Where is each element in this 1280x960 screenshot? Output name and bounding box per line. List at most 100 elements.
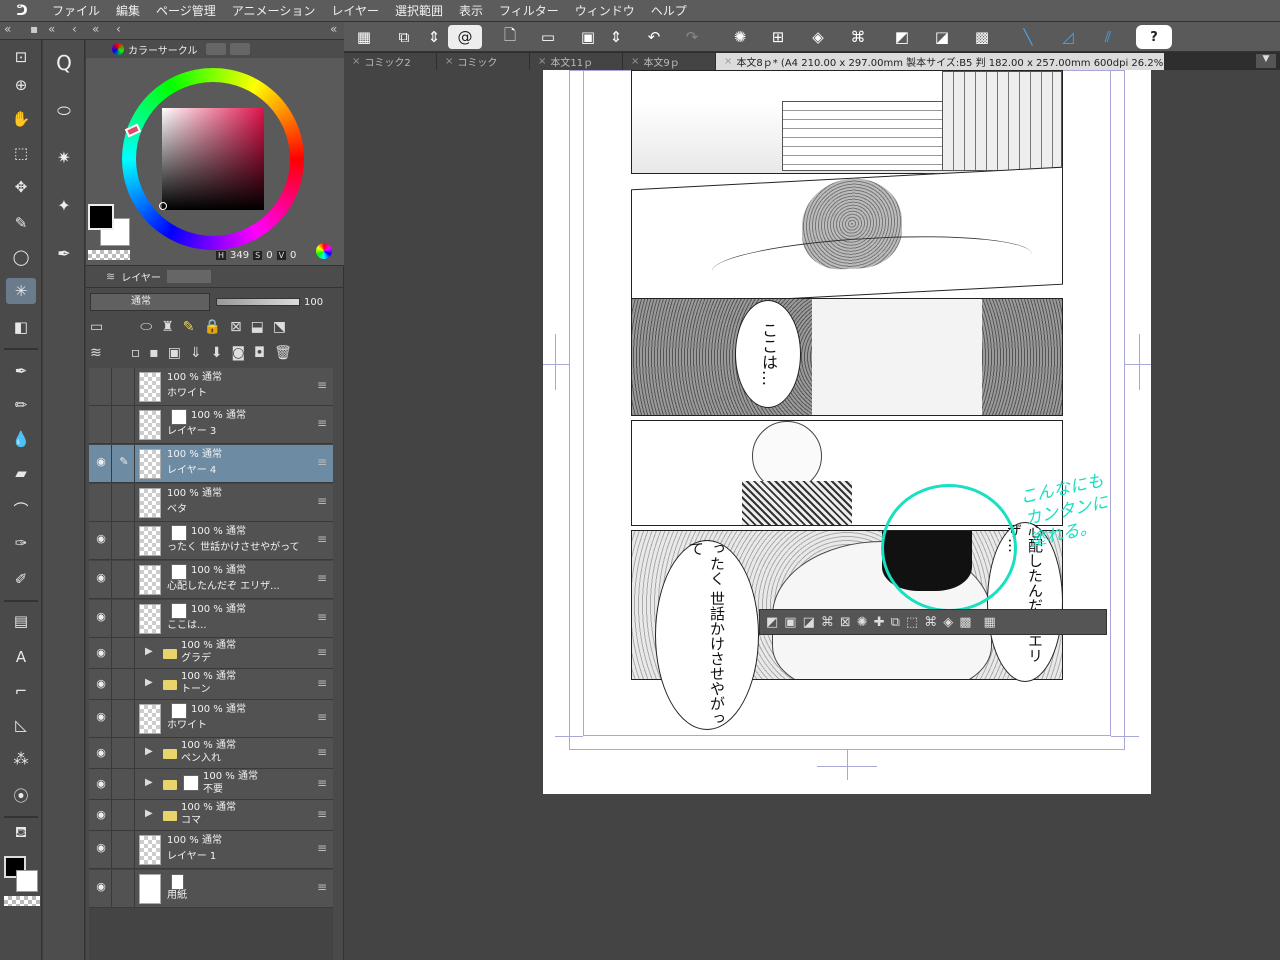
eye-icon[interactable]: ◉ — [93, 646, 109, 659]
layer-name[interactable]: グラデ — [181, 651, 211, 667]
layer-menu-icon[interactable]: ≡ — [317, 710, 327, 724]
doc-tab[interactable]: × コミック — [437, 53, 529, 70]
eye-icon[interactable]: ◉ — [93, 880, 109, 893]
canvas-area[interactable]: ここは… ったく 世話かけさせやがって 心配したんだぞ エリザ… こんなにも カ… — [344, 70, 1280, 960]
new-raster-layer-icon[interactable]: ▫ — [131, 345, 141, 361]
eye-icon[interactable]: ◉ — [93, 710, 109, 723]
ruler-icon[interactable]: ◺ — [6, 712, 36, 738]
layer-name[interactable]: ペン入れ — [181, 751, 221, 767]
layer-tab[interactable]: レイヤー — [115, 269, 167, 284]
layer-menu-icon[interactable]: ≡ — [317, 676, 327, 690]
lock-icon[interactable]: 🔒 — [204, 319, 221, 335]
fill-bucket-icon[interactable]: ⛾ — [6, 820, 36, 846]
layer-property-tab-icon[interactable] — [166, 270, 189, 283]
layer-name[interactable]: 不要 — [203, 782, 223, 798]
brush-icon[interactable]: 💧 — [6, 426, 36, 452]
snap-ruler-icon[interactable]: ╲ — [1016, 25, 1040, 49]
menu-layer[interactable]: レイヤー — [323, 2, 387, 19]
menu-animation[interactable]: アニメーション — [224, 2, 324, 19]
save-icon[interactable]: ▣ — [576, 25, 600, 49]
eye-icon[interactable]: ◉ — [93, 841, 109, 854]
text-icon[interactable]: A — [6, 644, 36, 670]
gradient-icon[interactable]: ▤ — [6, 608, 36, 634]
close-icon[interactable]: × — [631, 56, 639, 67]
menu-view[interactable]: 表示 — [451, 2, 491, 19]
layer-row[interactable]: ◉ ✎ 100 % 通常 レイヤー 4 ≡ — [89, 445, 333, 483]
close-icon[interactable]: × — [445, 56, 453, 67]
menu-page[interactable]: ページ管理 — [148, 2, 224, 19]
menu-selection[interactable]: 選択範囲 — [387, 2, 451, 19]
cut-paste-icon[interactable]: ⬚ — [906, 615, 918, 630]
operation-subtool-icon[interactable]: ⬭ — [49, 96, 79, 126]
expand-arrow-icon[interactable]: ▶ — [145, 808, 153, 819]
open-folder-icon[interactable]: ▭ — [536, 25, 560, 49]
color-wheel-icon[interactable] — [316, 243, 332, 259]
decoration-icon[interactable]: ✐ — [6, 566, 36, 592]
updown-icon[interactable]: ⇕ — [604, 25, 628, 49]
pin-icon[interactable]: ▪ — [30, 22, 38, 36]
layer-menu-icon[interactable]: ≡ — [317, 416, 327, 430]
sub-color-swatch[interactable] — [16, 870, 38, 892]
layer-name[interactable]: ったく 世話かけさせやがって — [167, 540, 300, 556]
menu-file[interactable]: ファイル — [44, 2, 108, 19]
auto-select-icon[interactable]: ✎ — [6, 210, 36, 236]
transparent-color-swatch[interactable] — [88, 250, 130, 260]
layer-name[interactable]: ホワイト — [167, 386, 207, 402]
color-set-tab-icon[interactable] — [205, 43, 226, 55]
layer-menu-icon[interactable]: ≡ — [317, 745, 327, 759]
expand-selection-icon[interactable]: ⌘ — [821, 615, 834, 630]
main-color-swatch[interactable] — [88, 204, 114, 230]
menu-help[interactable]: ヘルプ — [643, 2, 695, 19]
doc-tab[interactable]: × コミック2 — [344, 53, 436, 70]
expression-color-icon[interactable]: ▭ — [90, 319, 103, 335]
color-circle-tab[interactable]: カラーサークル — [124, 42, 202, 57]
doc-tab[interactable]: × 本文9ｐ — [623, 53, 715, 70]
layer-mask-icon[interactable]: ◙ — [231, 345, 245, 361]
frame-icon[interactable]: ⁂ — [6, 746, 36, 772]
crop-icon[interactable]: ▣ — [784, 615, 796, 630]
delete-layer-icon[interactable]: 🗑 — [274, 345, 292, 361]
layer-name[interactable]: ベタ — [167, 502, 187, 518]
layer-menu-icon[interactable]: ≡ — [317, 494, 327, 508]
draft-icon[interactable]: ✎ — [183, 319, 195, 335]
pen-icon[interactable]: ✒ — [6, 358, 36, 384]
menu-edit[interactable]: 編集 — [108, 2, 148, 19]
mask-enable-icon[interactable]: ⬓ — [251, 319, 264, 335]
layer-menu-icon[interactable]: ≡ — [317, 807, 327, 821]
snap-grid-icon[interactable]: ⫽ — [1096, 25, 1120, 49]
layer-menu-icon[interactable]: ≡ — [317, 455, 327, 469]
eye-icon[interactable]: ◉ — [93, 677, 109, 690]
operation-icon[interactable]: ⬚ — [6, 140, 36, 166]
pencil-icon[interactable]: ✏ — [6, 392, 36, 418]
layer-menu-icon[interactable]: ≡ — [317, 610, 327, 624]
eye-icon[interactable]: ◉ — [93, 808, 109, 821]
menu-window[interactable]: ウィンドウ — [567, 2, 643, 19]
doc-tab[interactable]: × 本文11ｐ — [530, 53, 622, 70]
balloon-icon[interactable]: ⌐ — [6, 678, 36, 704]
help-button[interactable]: ? — [1136, 25, 1172, 49]
expand-arrow-icon[interactable]: ▶ — [145, 777, 153, 788]
layer-name[interactable]: トーン — [181, 682, 211, 698]
layer-menu-icon[interactable]: ≡ — [317, 776, 327, 790]
edit-pen-icon[interactable]: ✎ — [117, 455, 131, 468]
close-icon[interactable]: × — [352, 56, 360, 67]
eye-icon[interactable]: ◉ — [93, 746, 109, 759]
shrink-selection-icon[interactable]: ⊠ — [840, 615, 851, 630]
collapse-left-icon[interactable]: « — [48, 22, 55, 36]
opacity-slider[interactable] — [216, 298, 300, 306]
sv-marker[interactable] — [159, 202, 167, 210]
redo-icon[interactable]: ↷ — [680, 25, 704, 49]
clear-selection-icon[interactable]: ◩ — [890, 25, 914, 49]
layer-row[interactable]: ◉ 100 % 通常 ホワイト ≡ — [89, 700, 333, 738]
layer-name[interactable]: 心配したんだぞ エリザ... — [167, 579, 280, 595]
move-layer-icon[interactable]: ✥ — [6, 174, 36, 200]
layer-menu-icon[interactable]: ≡ — [317, 841, 327, 855]
search-icon[interactable]: Q — [49, 48, 79, 78]
select-all-icon[interactable]: ▩ — [970, 25, 994, 49]
layer-menu-icon[interactable]: ≡ — [317, 645, 327, 659]
layer-folder-row[interactable]: ◉ ▶ 100 % 通常 コマ ≡ — [89, 800, 333, 831]
copy-paste-icon[interactable]: ⧉ — [891, 615, 900, 630]
paper-layer-row[interactable]: ◉ 用紙 ≡ — [89, 870, 333, 908]
snap-special-ruler-icon[interactable]: ◿ — [1056, 25, 1080, 49]
layer-name[interactable]: レイヤー 3 — [167, 424, 216, 440]
